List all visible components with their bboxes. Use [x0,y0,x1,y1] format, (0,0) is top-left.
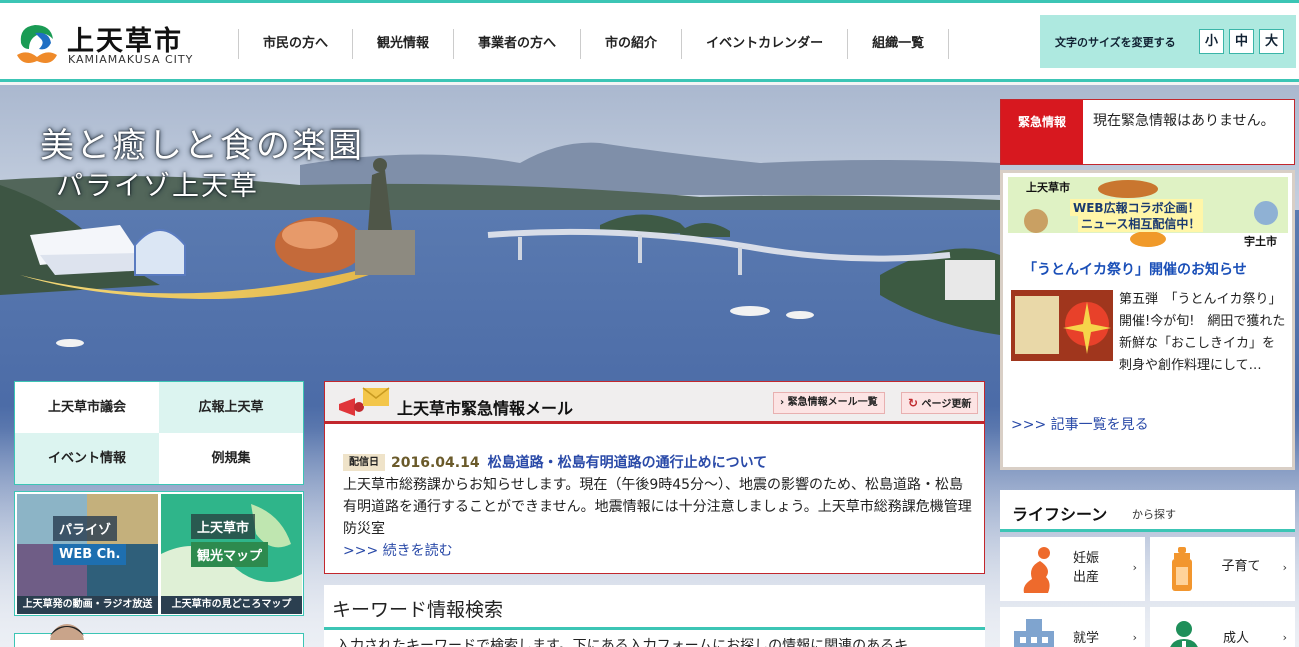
quick-links: 上天草市議会 広報上天草 イベント情報 例規集 [14,381,304,485]
chevron-right-icon: › [1132,561,1137,574]
emergency-alert-text: 現在緊急情報はありません。 [1093,113,1275,129]
feature-banners: パライゾ WEB Ch. 上天草発の動画・ラジオ放送 上天草市 観光マップ 上天… [14,491,304,616]
collab-news-box: 上天草市 WEB広報コラボ企画！ ニュース相互配信中！ 宇土市 「うとんイカ祭り… [1000,170,1295,470]
news-article-text: 第五弾 「うとんイカ祭り」開催!今が旬! 網田で獲れた新鮮な「おこしきイカ」を刺… [1011,289,1286,377]
baby-bottle-icon [1172,547,1192,591]
link-event-info[interactable]: イベント情報 [15,433,159,484]
banner-web-caption: 上天草発の動画・ラジオ放送 [17,596,158,614]
collab-news-banner[interactable]: 上天草市 WEB広報コラボ企画！ ニュース相互配信中！ 宇土市 [1008,177,1288,249]
read-more-link[interactable]: >>> 続きを読む [343,540,973,562]
life-scene-pregnancy-line1: 妊娠 [1072,551,1099,566]
life-scene-school[interactable]: 就学 › [1000,607,1145,647]
chevron-right-icon: › [1282,561,1287,574]
life-scene-header: ライフシーン から探す [1000,490,1295,532]
page-refresh-button[interactable]: ↻ ページ更新 [901,392,979,414]
banner-headline-2: ニュース相互配信中！ [1078,215,1204,232]
font-size-label: 文字のサイズを変更する [1055,36,1176,49]
emergency-mail-list-button[interactable]: › 緊急情報メール一覧 [773,392,885,414]
font-size-switcher: 文字のサイズを変更する 小 中 大 [1040,15,1296,68]
life-scene-pregnancy[interactable]: 妊娠 出産 › [1000,537,1145,601]
global-nav: 市民の方へ 観光情報 事業者の方へ 市の紹介 イベントカレンダー 組織一覧 [238,29,950,59]
link-city-council[interactable]: 上天草市議会 [15,382,159,433]
emergency-alert-box: 緊急情報 現在緊急情報はありません。 [1000,99,1295,165]
mayor-banner[interactable] [14,624,304,647]
font-size-small-button[interactable]: 小 [1199,29,1224,54]
nav-business[interactable]: 事業者の方へ [453,29,580,59]
life-scene-pregnancy-line2: 出産 [1072,570,1099,585]
city-logo-icon [17,25,57,63]
hero-catchphrase-main: 美と癒しと食の楽園 [40,126,364,166]
banner-logo-text: 上天草市 [1026,181,1070,194]
hero-catchphrase-sub: パライゾ上天草 [56,171,259,202]
emergency-mail-header: 上天草市緊急情報メール › 緊急情報メール一覧 ↻ ページ更新 [325,382,984,424]
life-scene-adulthood-label: 成人 [1222,631,1249,646]
site-logo[interactable]: 上天草市 KAMIAMAKUSA CITY [15,19,215,71]
megaphone-mail-icon [339,387,390,416]
banner-partner-text: 宇土市 [1244,235,1277,248]
life-scene-school-label: 就学 [1072,631,1099,646]
banner-web-label1: パライゾ [53,516,118,541]
emergency-headline-link[interactable]: 松島道路・松島有明道路の通行止めについて [488,455,768,471]
keyword-search-title: キーワード情報検索 [332,599,504,621]
link-regulations[interactable]: 例規集 [159,433,303,484]
life-scene-childcare[interactable]: 子育て › [1150,537,1295,601]
refresh-icon: ↻ [908,396,919,410]
banner-map-caption: 上天草市の見どころマップ [161,596,302,614]
mayor-photo [50,624,84,640]
emergency-mail-panel: 上天草市緊急情報メール › 緊急情報メール一覧 ↻ ページ更新 配信日 2016.… [324,381,985,574]
banner-headline-1: WEB広報コラボ企画！ [1070,199,1203,216]
banner-map-label2: 観光マップ [191,542,269,567]
keyword-search-section: キーワード情報検索 入力されたキーワードで検索します。下にある入力フォームにお探… [324,585,985,647]
life-scene-adulthood[interactable]: 成人 › [1150,607,1295,647]
life-scene-childcare-label: 子育て [1221,559,1261,574]
chevron-right-icon: › [1282,631,1287,644]
logo-text-en: KAMIAMAKUSA CITY [68,53,194,66]
emergency-mail-text: 上天草市総務課からお知らせします。現在（午後9時45分～）、地震の影響のため、松… [343,477,972,537]
nav-event-calendar[interactable]: イベントカレンダー [681,29,847,59]
banner-web-label2: WEB Ch. [53,544,127,565]
list-button-label: 緊急情報メール一覧 [787,397,878,408]
emergency-mail-title: 上天草市緊急情報メール [397,399,574,418]
news-text-body: 第五弾 「うとんイカ祭り」開催!今が旬! 網田で獲れた新鮮な「おこしきイカ」を刺… [1119,292,1286,373]
banner-map-label1: 上天草市 [191,514,256,539]
nav-residents[interactable]: 市民の方へ [238,29,352,59]
site-header: 上天草市 KAMIAMAKUSA CITY 市民の方へ 観光情報 事業者の方へ … [0,3,1299,82]
emergency-mail-body: 配信日 2016.04.14 松島道路・松島有明道路の通行止めについて 上天草市総務… [343,452,973,562]
delivery-date: 2016.04.14 [391,455,480,471]
life-scene-suffix: から探す [1132,508,1176,521]
news-text-spacer [1011,289,1119,377]
font-size-medium-button[interactable]: 中 [1229,29,1254,54]
banner-tourism-map[interactable]: 上天草市 観光マップ 上天草市の見どころマップ [161,494,302,614]
chevron-right-icon: › [1132,631,1137,644]
adult-person-icon [1170,621,1198,647]
nav-organization[interactable]: 組織一覧 [847,29,950,59]
news-list-link[interactable]: >>> 記事一覧を見る [1011,414,1149,434]
banner-web-channel[interactable]: パライゾ WEB Ch. 上天草発の動画・ラジオ放送 [17,494,158,614]
link-city-bulletin[interactable]: 広報上天草 [159,382,303,433]
school-building-icon [1014,619,1054,647]
refresh-button-label: ページ更新 [921,399,972,410]
life-scene-title: ライフシーン [1012,505,1108,524]
font-size-large-button[interactable]: 大 [1259,29,1284,54]
nav-tourism[interactable]: 観光情報 [352,29,453,59]
emergency-alert-label: 緊急情報 [1001,100,1083,164]
keyword-search-divider [324,627,985,630]
nav-city-intro[interactable]: 市の紹介 [580,29,681,59]
pregnancy-icon [1023,547,1050,593]
news-article-title[interactable]: 「うとんイカ祭り」開催のお知らせ [1023,259,1247,279]
keyword-search-description: 入力されたキーワードで検索します。下にある入力フォームにお探しの情報に関連のある… [336,638,909,647]
delivery-date-tag: 配信日 [343,454,385,471]
life-scene-pregnancy-label: 妊娠 出産 [1066,549,1106,587]
